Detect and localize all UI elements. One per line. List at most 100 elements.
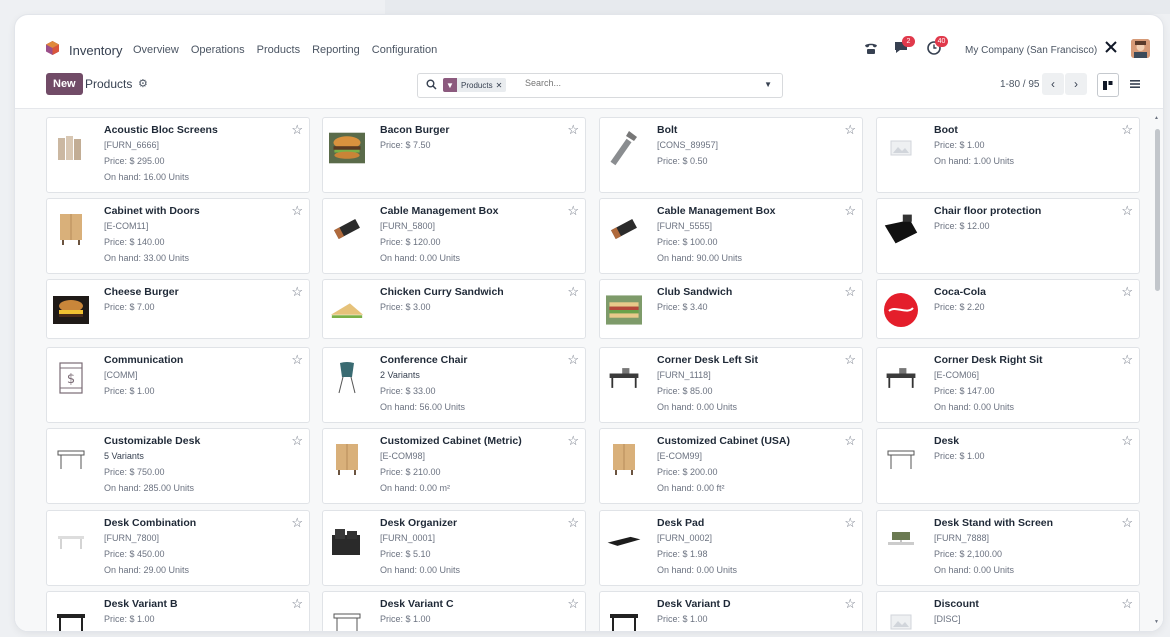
product-card[interactable]: Coca-Cola Price: $ 2.20 ☆	[876, 279, 1140, 339]
favorite-star-icon[interactable]: ☆	[567, 596, 579, 612]
product-detail-line: [E-COM98]	[380, 451, 426, 461]
favorite-star-icon[interactable]: ☆	[1121, 596, 1133, 612]
product-card[interactable]: Customized Cabinet (Metric) [E-COM98] Pric…	[322, 428, 586, 504]
product-card[interactable]: Customized Cabinet (USA) [E-COM99] Price: …	[599, 428, 863, 504]
product-detail-line: Price: $ 0.50	[657, 156, 708, 166]
menu-overview[interactable]: Overview	[133, 44, 179, 56]
favorite-star-icon[interactable]: ☆	[291, 596, 303, 612]
product-card[interactable]: Corner Desk Right Sit [E-COM06] Price: $ 1…	[876, 347, 1140, 423]
product-card[interactable]: Bacon Burger Price: $ 7.50 ☆	[322, 117, 586, 193]
pager-previous-icon[interactable]: ‹	[1042, 73, 1064, 95]
phone-icon[interactable]	[863, 40, 879, 56]
favorite-star-icon[interactable]: ☆	[567, 122, 579, 138]
product-card[interactable]: $ Communication [COMM] Price: $ 1.00 ☆	[46, 347, 310, 423]
favorite-star-icon[interactable]: ☆	[567, 203, 579, 219]
favorite-star-icon[interactable]: ☆	[291, 284, 303, 300]
product-detail-line: 5 Variants	[104, 451, 144, 461]
menu-configuration[interactable]: Configuration	[372, 44, 437, 56]
product-detail-line: Price: $ 7.50	[380, 140, 431, 150]
favorite-star-icon[interactable]: ☆	[844, 596, 856, 612]
activity-clock-icon[interactable]: 40	[926, 36, 948, 56]
scroll-thumb[interactable]	[1155, 129, 1160, 291]
scrollbar[interactable]: ▲ ▼	[1153, 115, 1161, 625]
product-detail-line: Price: $ 33.00	[380, 386, 436, 396]
favorite-star-icon[interactable]: ☆	[567, 352, 579, 368]
sandwich-icon	[329, 292, 365, 328]
favorite-star-icon[interactable]: ☆	[1121, 515, 1133, 531]
user-avatar[interactable]	[1131, 39, 1150, 58]
favorite-star-icon[interactable]: ☆	[1121, 352, 1133, 368]
product-name: Desk Variant B	[104, 598, 178, 610]
chat-badge: 2	[902, 36, 915, 47]
company-switcher[interactable]: My Company (San Francisco)	[965, 45, 1097, 56]
product-card[interactable]: Desk Variant C Price: $ 1.00 ☆	[322, 591, 586, 631]
favorite-star-icon[interactable]: ☆	[1121, 433, 1133, 449]
facet-remove-icon[interactable]: ✕	[496, 81, 507, 90]
app-name[interactable]: Inventory	[69, 43, 122, 58]
product-detail-line: Price: $ 2.20	[934, 302, 985, 312]
product-detail-line: [CONS_89957]	[657, 140, 719, 150]
product-card[interactable]: Boot Price: $ 1.00 On hand: 1.00 Units ☆	[876, 117, 1140, 193]
kanban-view-icon[interactable]	[1097, 73, 1119, 97]
svg-text:$: $	[67, 372, 75, 387]
favorite-star-icon[interactable]: ☆	[844, 284, 856, 300]
product-card[interactable]: Cheese Burger Price: $ 7.00 ☆	[46, 279, 310, 339]
search-dropdown-toggle-icon[interactable]: ▼	[764, 80, 772, 89]
product-card[interactable]: Cable Management Box [FURN_5555] Price: $ …	[599, 198, 863, 274]
product-card[interactable]: Desk Pad [FURN_0002] Price: $ 1.98 On hand:…	[599, 510, 863, 586]
favorite-star-icon[interactable]: ☆	[291, 515, 303, 531]
product-card[interactable]: Desk Combination [FURN_7800] Price: $ 450.…	[46, 510, 310, 586]
product-card[interactable]: Desk Stand with Screen [FURN_7888] Price: …	[876, 510, 1140, 586]
favorite-star-icon[interactable]: ☆	[844, 433, 856, 449]
new-button[interactable]: New	[46, 73, 83, 95]
product-card[interactable]: Discount [DISC] ☆	[876, 591, 1140, 631]
product-card[interactable]: Desk Organizer [FURN_0001] Price: $ 5.10 On…	[322, 510, 586, 586]
product-card[interactable]: Desk Price: $ 1.00 ☆	[876, 428, 1140, 504]
product-card[interactable]: Conference Chair 2 Variants Price: $ 33.00…	[322, 347, 586, 423]
pager-value[interactable]: 1-80 / 95	[1000, 79, 1039, 90]
scroll-up-icon[interactable]: ▲	[1154, 115, 1159, 121]
favorite-star-icon[interactable]: ☆	[291, 352, 303, 368]
favorite-star-icon[interactable]: ☆	[844, 352, 856, 368]
menu-products[interactable]: Products	[257, 44, 300, 56]
product-card[interactable]: Cable Management Box [FURN_5800] Price: $ …	[322, 198, 586, 274]
search-icon[interactable]	[426, 79, 437, 90]
list-view-icon[interactable]	[1125, 73, 1145, 95]
product-detail-line: Price: $ 1.00	[657, 614, 708, 624]
favorite-star-icon[interactable]: ☆	[291, 203, 303, 219]
product-card[interactable]: Chair floor protection Price: $ 12.00 ☆	[876, 198, 1140, 274]
product-card[interactable]: Desk Variant D Price: $ 1.00 ☆	[599, 591, 863, 631]
desk-icon	[53, 441, 89, 477]
menu-reporting[interactable]: Reporting	[312, 44, 360, 56]
product-detail-line: [FURN_7800]	[104, 533, 160, 543]
favorite-star-icon[interactable]: ☆	[567, 433, 579, 449]
favorite-star-icon[interactable]: ☆	[1121, 122, 1133, 138]
pager-next-icon[interactable]: ›	[1065, 73, 1087, 95]
favorite-star-icon[interactable]: ☆	[844, 515, 856, 531]
product-card[interactable]: Desk Variant B Price: $ 1.00 ☆	[46, 591, 310, 631]
product-card[interactable]: Bolt [CONS_89957] Price: $ 0.50 ☆	[599, 117, 863, 193]
inventory-app-icon[interactable]	[46, 41, 59, 55]
favorite-star-icon[interactable]: ☆	[567, 515, 579, 531]
favorite-star-icon[interactable]: ☆	[844, 203, 856, 219]
favorite-star-icon[interactable]: ☆	[844, 122, 856, 138]
gear-icon[interactable]: ⚙	[138, 77, 148, 90]
favorite-star-icon[interactable]: ☆	[567, 284, 579, 300]
product-card[interactable]: Club Sandwich Price: $ 3.40 ☆	[599, 279, 863, 339]
favorite-star-icon[interactable]: ☆	[1121, 284, 1133, 300]
search-input[interactable]	[523, 77, 727, 89]
favorite-star-icon[interactable]: ☆	[1121, 203, 1133, 219]
product-card[interactable]: Corner Desk Left Sit [FURN_1118] Price: $ …	[599, 347, 863, 423]
chat-icon[interactable]: 2	[893, 36, 915, 55]
product-card[interactable]: Cabinet with Doors [E-COM11] Price: $ 140.…	[46, 198, 310, 274]
scroll-down-icon[interactable]: ▼	[1154, 619, 1159, 625]
facet-label: Products	[461, 80, 493, 90]
product-card[interactable]: Chicken Curry Sandwich Price: $ 3.00 ☆	[322, 279, 586, 339]
debug-tools-icon[interactable]	[1104, 40, 1118, 54]
favorite-star-icon[interactable]: ☆	[291, 122, 303, 138]
menu-operations[interactable]: Operations	[191, 44, 245, 56]
favorite-star-icon[interactable]: ☆	[291, 433, 303, 449]
product-card[interactable]: Customizable Desk 5 Variants Price: $ 750.…	[46, 428, 310, 504]
product-detail-line: On hand: 285.00 Units	[104, 483, 195, 493]
product-card[interactable]: Acoustic Bloc Screens [FURN_6666] Price: $…	[46, 117, 310, 193]
